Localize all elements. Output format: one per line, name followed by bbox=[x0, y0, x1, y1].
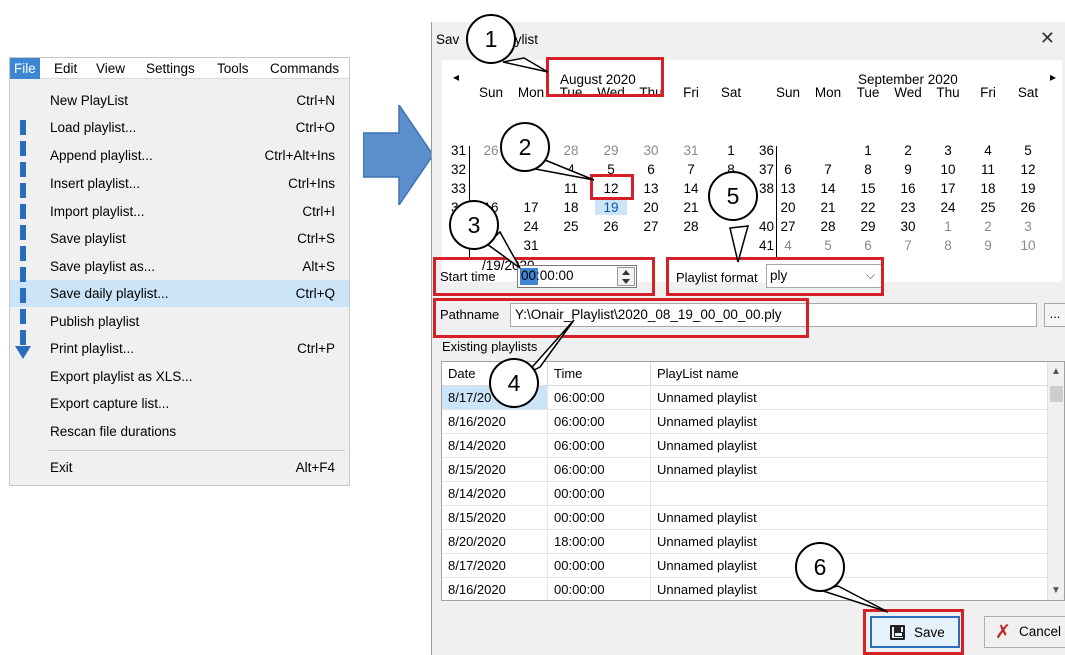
callout-4: 4 bbox=[489, 358, 539, 408]
callout-2: 2 bbox=[500, 122, 550, 172]
callout-5: 5 bbox=[708, 171, 758, 221]
callout-leaders bbox=[485, 57, 889, 613]
callout-6: 6 bbox=[795, 542, 845, 592]
callout-3: 3 bbox=[449, 200, 499, 250]
callout-1: 1 bbox=[466, 14, 516, 64]
